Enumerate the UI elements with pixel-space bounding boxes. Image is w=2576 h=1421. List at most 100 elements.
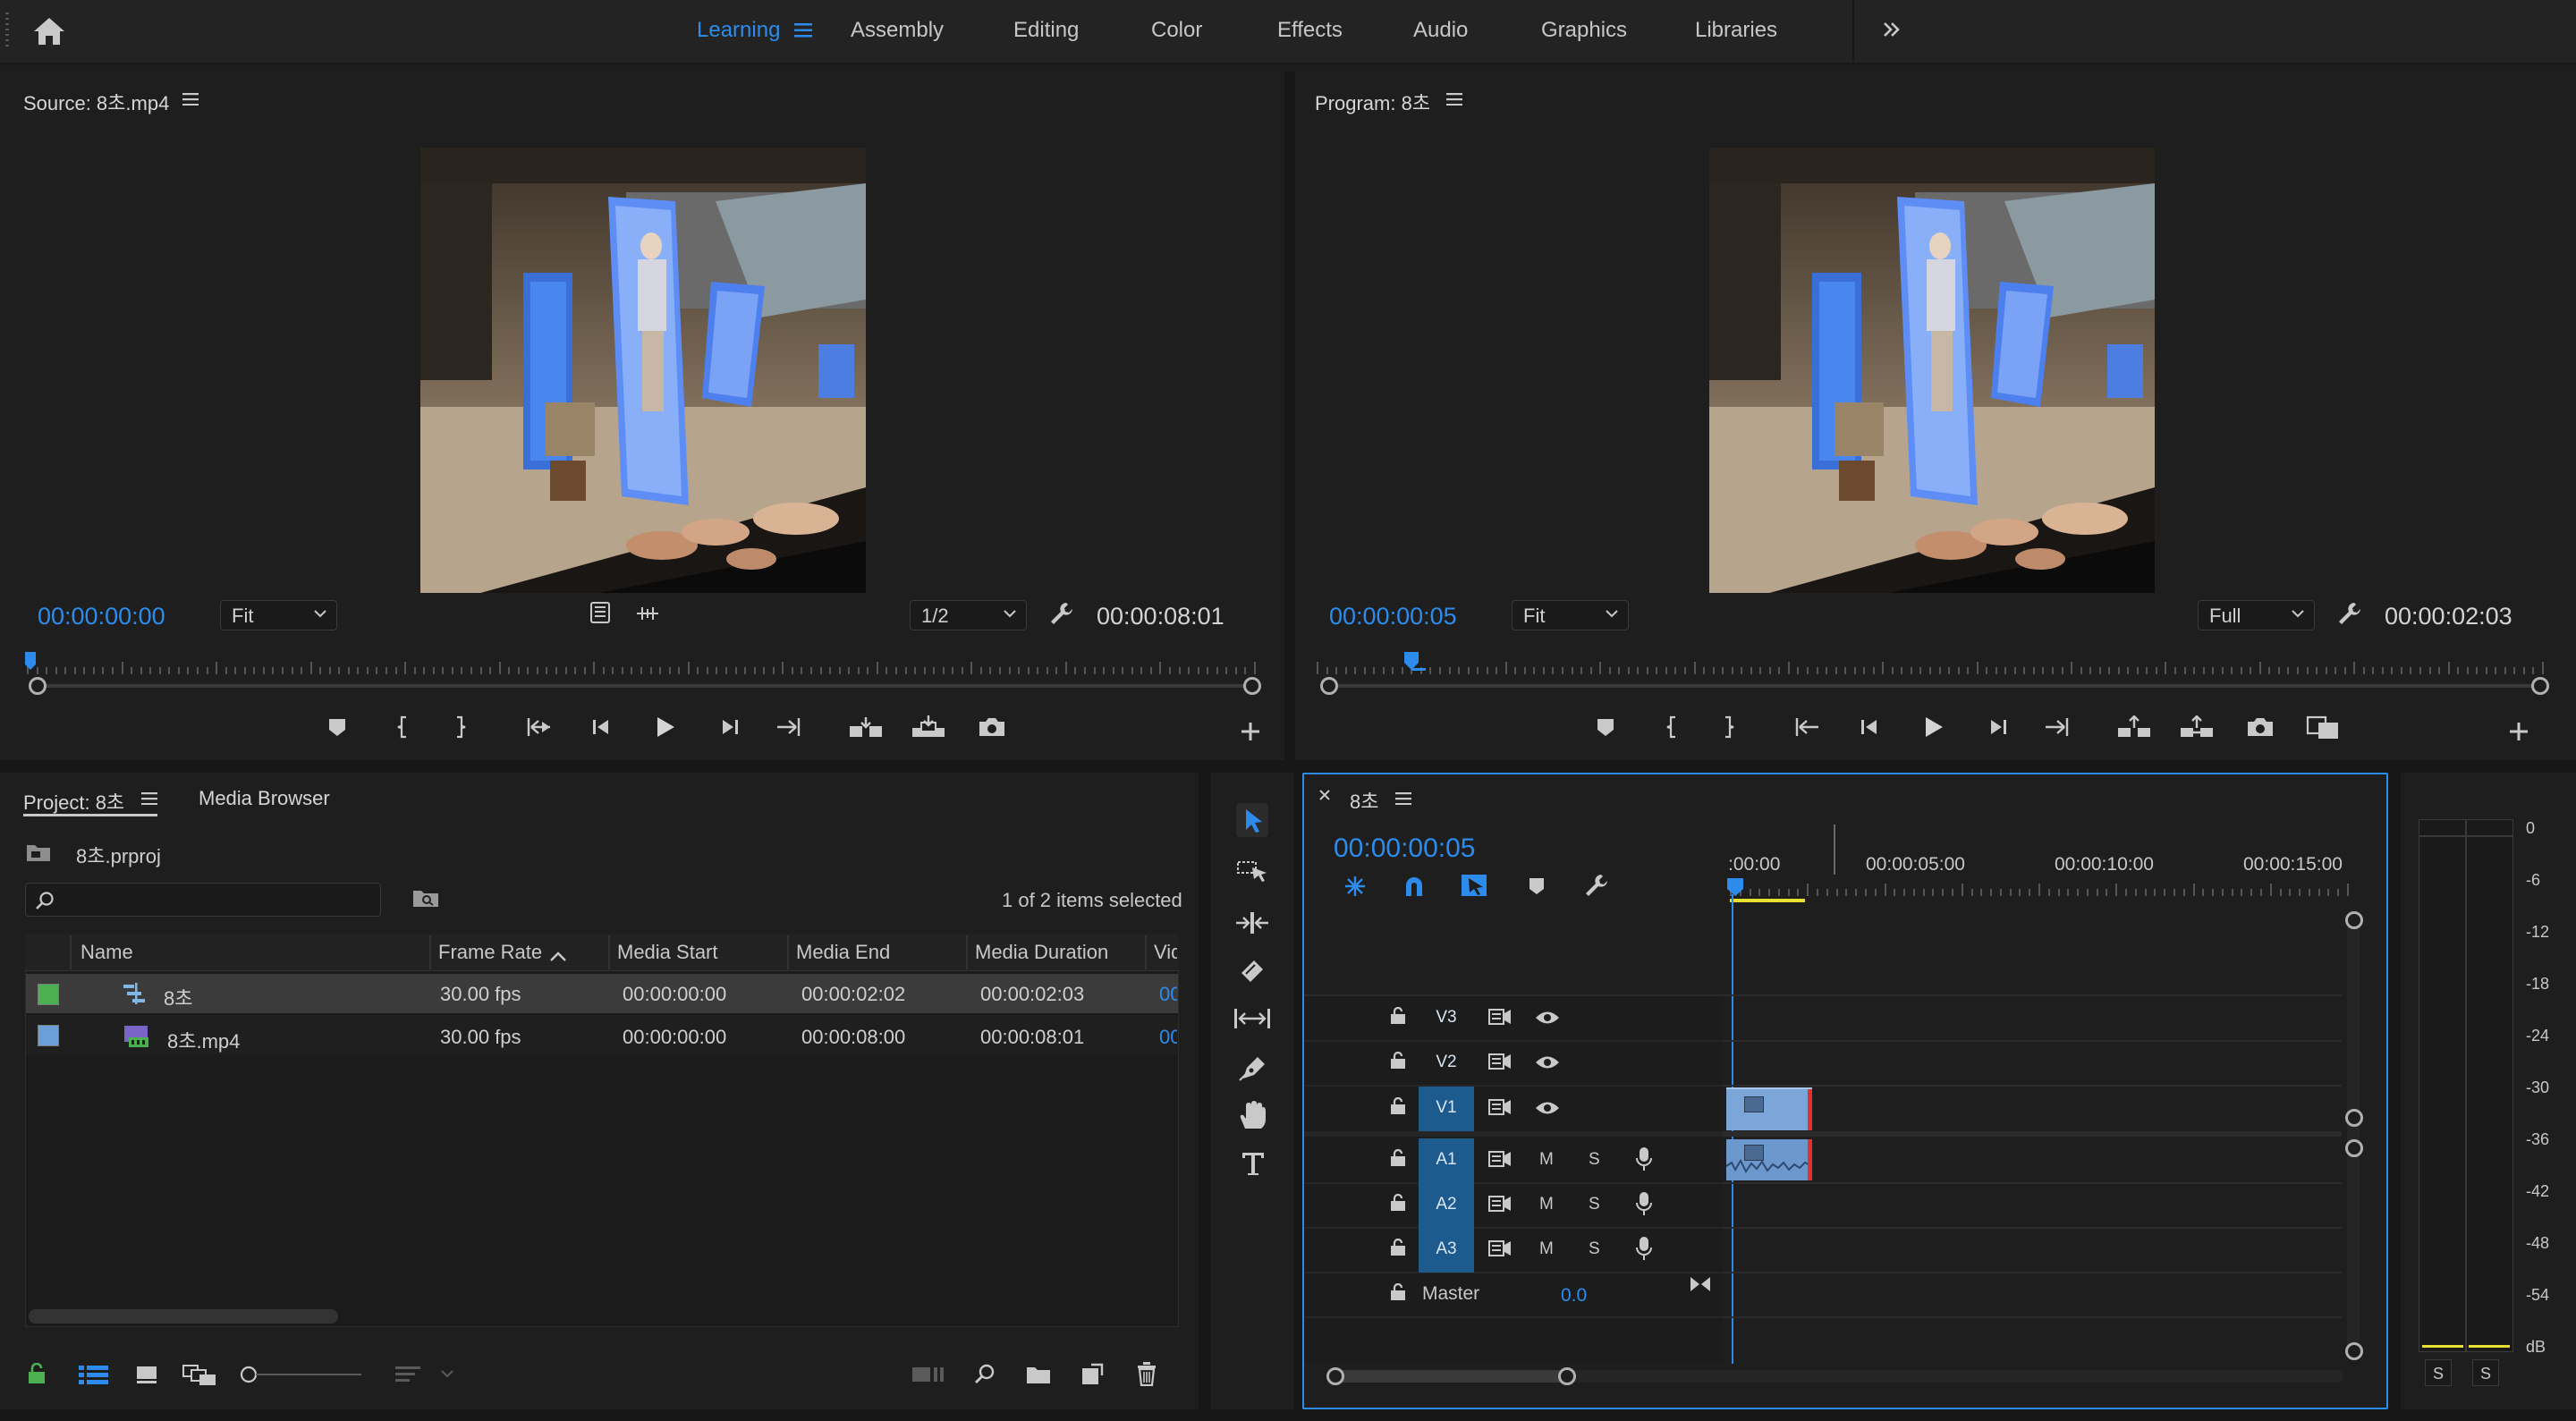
panel-menu-icon[interactable] [1446, 93, 1462, 106]
zoom-slider[interactable] [240, 1365, 365, 1384]
play-icon[interactable] [1923, 716, 1945, 738]
workspace-menu-icon[interactable] [794, 23, 812, 38]
column-divider[interactable] [429, 935, 431, 969]
label-color-swatch[interactable] [38, 984, 59, 1005]
video-clip[interactable] [1726, 1087, 1812, 1130]
sync-lock-icon[interactable] [1488, 1099, 1512, 1115]
source-time-ruler[interactable] [27, 653, 1256, 674]
column-divider[interactable] [608, 935, 610, 969]
mute-button[interactable]: M [1539, 1239, 1554, 1259]
column-header-video[interactable]: Vid [1154, 941, 1177, 964]
tab-learning[interactable]: Learning [697, 18, 780, 43]
scroll-handle-right[interactable] [1243, 677, 1261, 695]
hand-tool-icon[interactable] [1238, 1100, 1267, 1130]
sync-lock-icon[interactable] [1488, 1053, 1512, 1070]
mute-button[interactable]: M [1539, 1150, 1554, 1170]
scroll-handle-left[interactable] [1326, 1367, 1344, 1385]
automate-to-sequence-icon[interactable] [912, 1366, 945, 1383]
find-icon[interactable] [411, 887, 440, 909]
add-button-icon[interactable] [1240, 721, 1261, 742]
lock-icon[interactable] [27, 1363, 47, 1384]
lock-icon[interactable] [1390, 1239, 1406, 1256]
panel-divider[interactable] [1199, 773, 1211, 1421]
find-icon[interactable] [973, 1363, 996, 1386]
lock-icon[interactable] [1390, 1283, 1406, 1301]
go-to-in-icon[interactable] [526, 716, 553, 738]
drag-video-audio-icon[interactable] [635, 605, 660, 622]
column-header-name[interactable]: Name [80, 941, 133, 964]
step-forward-icon[interactable] [717, 718, 741, 736]
solo-button[interactable]: S [1589, 1239, 1600, 1259]
slip-tool-icon[interactable] [1233, 1007, 1272, 1030]
microphone-icon[interactable] [1635, 1236, 1653, 1261]
solo-button[interactable]: S [1589, 1195, 1600, 1214]
tab-libraries[interactable]: Libraries [1695, 18, 1777, 43]
column-header-media-start[interactable]: Media Start [617, 941, 718, 964]
panel-menu-icon[interactable] [1395, 792, 1411, 805]
source-resolution-dropdown[interactable]: 1/2 [910, 600, 1027, 630]
column-divider[interactable] [966, 935, 968, 969]
master-volume[interactable]: 0.0 [1561, 1285, 1587, 1307]
lock-icon[interactable] [1390, 1194, 1406, 1212]
chevrons-right-icon[interactable] [1882, 20, 1902, 39]
program-monitor-title[interactable]: Program: 8초 [1315, 88, 1430, 116]
add-marker-icon[interactable] [1528, 876, 1546, 896]
audio-clip[interactable] [1726, 1139, 1812, 1180]
sync-lock-icon[interactable] [1488, 1240, 1512, 1256]
step-back-icon[interactable] [1859, 718, 1882, 736]
scroll-handle-right[interactable] [2531, 677, 2549, 695]
export-frame-icon[interactable] [978, 716, 1006, 738]
tab-assembly[interactable]: Assembly [851, 18, 944, 43]
scroll-handle-left[interactable] [1320, 677, 1338, 695]
insert-icon[interactable] [848, 715, 884, 739]
eye-icon[interactable] [1535, 1100, 1560, 1116]
lock-icon[interactable] [1390, 1149, 1406, 1167]
mark-out-icon[interactable] [453, 715, 467, 739]
tab-color[interactable]: Color [1151, 18, 1202, 43]
export-frame-icon[interactable] [2246, 716, 2275, 738]
extract-icon[interactable] [2179, 715, 2215, 739]
icon-view-icon[interactable] [136, 1365, 157, 1384]
track-target-v3[interactable]: V3 [1419, 996, 1474, 1041]
play-icon[interactable] [655, 716, 676, 738]
source-video-frame[interactable] [420, 148, 866, 593]
go-to-end-icon[interactable] [1689, 1275, 1712, 1293]
home-icon[interactable] [32, 16, 66, 47]
timeline-zoom-thumb[interactable] [1335, 1370, 1569, 1383]
tab-editing[interactable]: Editing [1013, 18, 1079, 43]
column-divider[interactable] [70, 935, 72, 969]
source-timecode[interactable]: 00:00:00:00 [38, 603, 165, 630]
freeform-view-icon[interactable] [182, 1365, 216, 1386]
wrench-icon[interactable] [1048, 601, 1073, 626]
mark-out-icon[interactable] [1721, 715, 1735, 739]
microphone-icon[interactable] [1635, 1191, 1653, 1216]
track-target-a3[interactable]: A3 [1419, 1228, 1474, 1273]
razor-tool-icon[interactable] [1238, 957, 1267, 985]
column-divider[interactable] [1145, 935, 1147, 969]
list-view-icon[interactable] [79, 1365, 109, 1384]
horizontal-scrollbar[interactable] [29, 1309, 338, 1324]
timeline-tab[interactable]: 8초 [1350, 786, 1378, 815]
go-to-out-icon[interactable] [775, 716, 801, 738]
eye-icon[interactable] [1535, 1054, 1560, 1070]
new-item-icon[interactable] [1080, 1363, 1104, 1386]
timeline-timecode[interactable]: 00:00:00:05 [1334, 833, 1475, 864]
column-header-media-duration[interactable]: Media Duration [975, 941, 1108, 964]
close-icon[interactable] [1318, 789, 1331, 801]
tab-audio[interactable]: Audio [1413, 18, 1468, 43]
sync-lock-icon[interactable] [1488, 1009, 1512, 1025]
sync-lock-icon[interactable] [1488, 1196, 1512, 1212]
scroll-handle[interactable] [2345, 1109, 2363, 1127]
solo-button[interactable]: S [1589, 1150, 1600, 1170]
program-resolution-dropdown[interactable]: Full [2198, 600, 2315, 630]
nest-icon[interactable] [1343, 875, 1368, 898]
source-playhead[interactable] [23, 652, 38, 672]
program-time-ruler[interactable] [1317, 653, 2544, 674]
snap-icon[interactable] [1402, 875, 1426, 898]
microphone-icon[interactable] [1635, 1146, 1653, 1171]
overwrite-icon[interactable] [911, 715, 946, 739]
scroll-handle[interactable] [2345, 1139, 2363, 1157]
add-marker-icon[interactable] [327, 717, 347, 737]
work-area-bar[interactable] [1730, 899, 1805, 902]
mark-in-icon[interactable] [1665, 715, 1680, 739]
